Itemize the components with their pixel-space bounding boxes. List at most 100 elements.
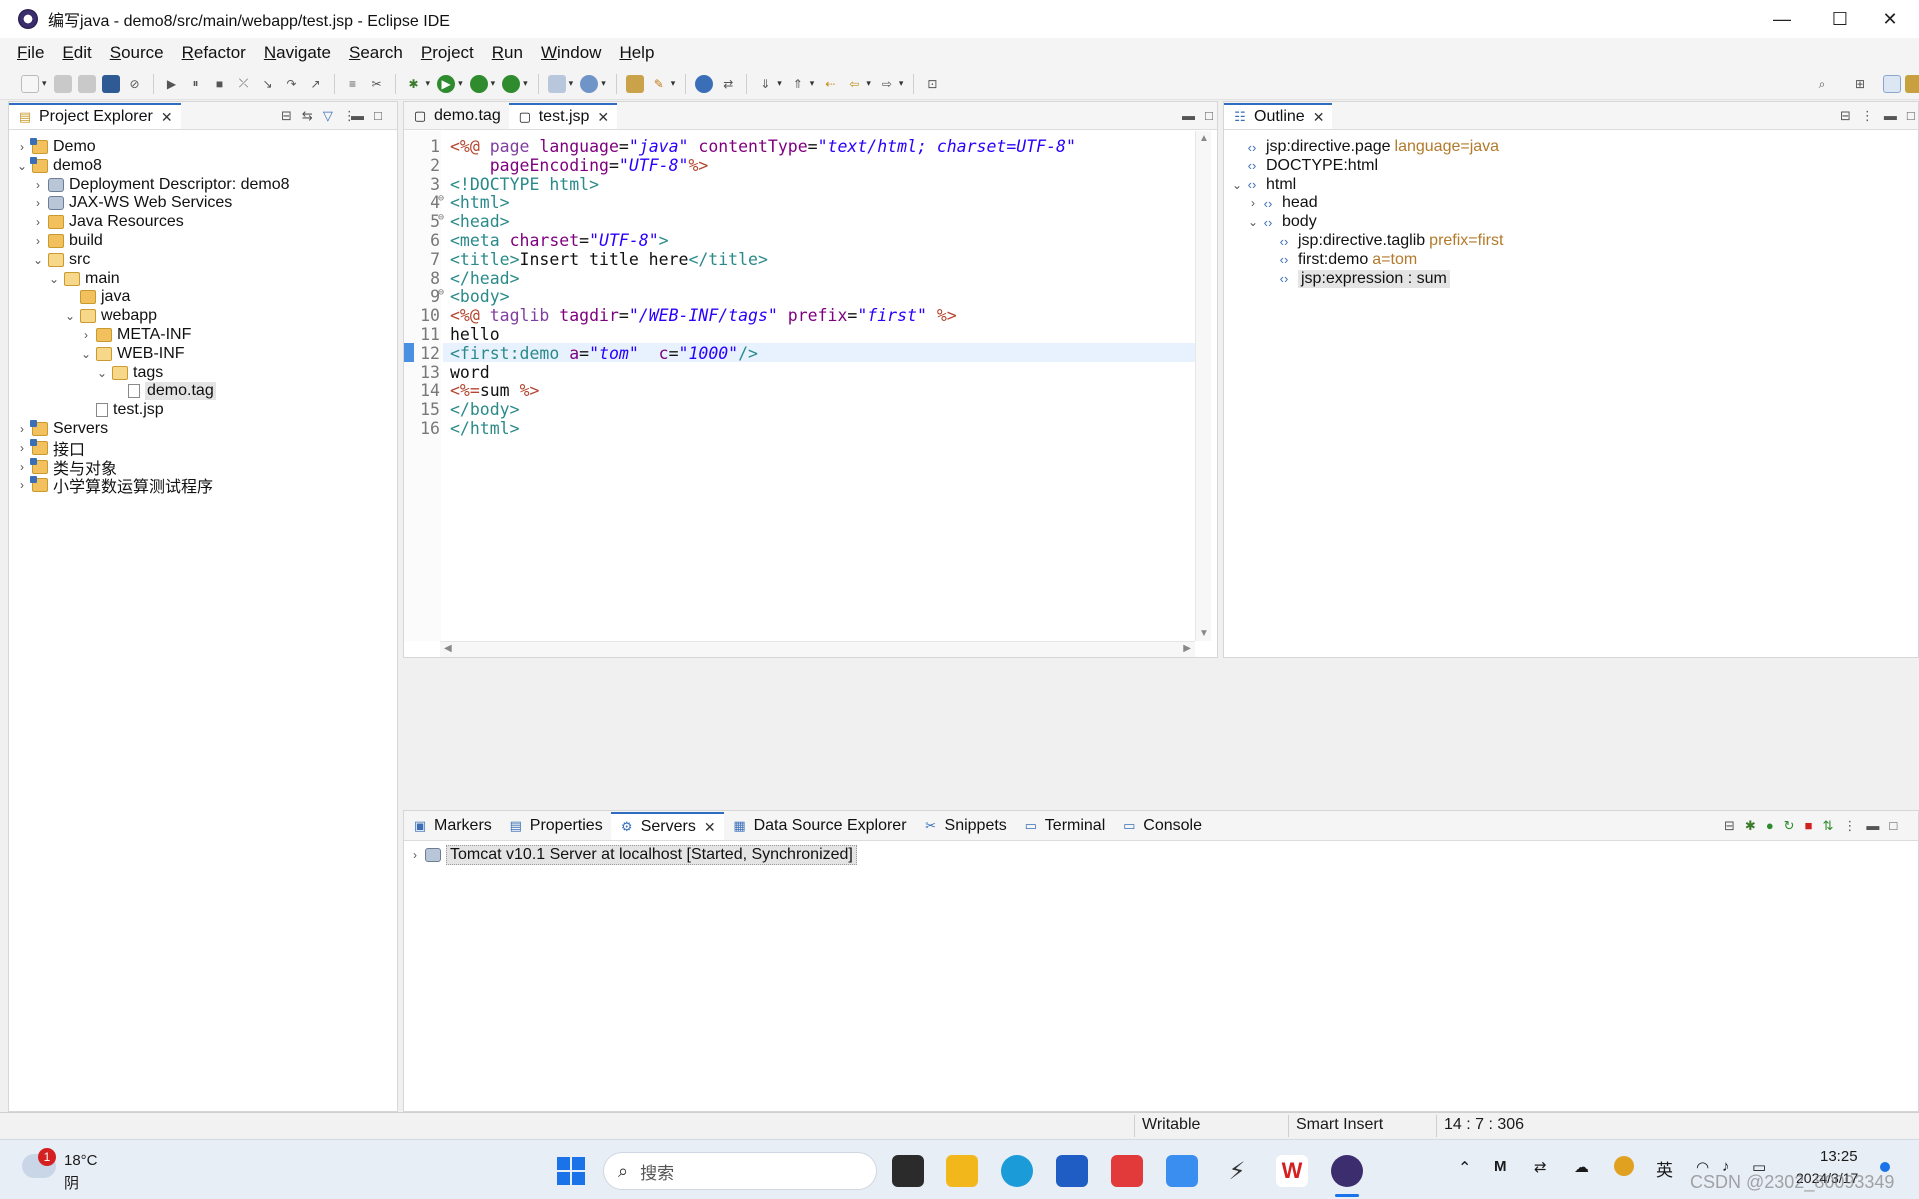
wps-icon[interactable]: W	[1276, 1155, 1308, 1187]
tab-markers[interactable]: ▣ Markers	[404, 812, 500, 840]
open-perspective-icon[interactable]: ⊞	[1851, 75, 1869, 93]
new-server-icon[interactable]	[547, 74, 566, 93]
chevron-right-icon[interactable]: ›	[31, 178, 45, 192]
chevron-right-icon[interactable]: ›	[79, 328, 93, 342]
view-menu-icon[interactable]: ⋮	[1843, 818, 1856, 834]
tray-cloud-icon[interactable]: ☁	[1574, 1158, 1589, 1176]
tab-outline[interactable]: ☷ Outline ✕	[1224, 103, 1333, 129]
tray-expand-icon[interactable]: ⌃	[1458, 1158, 1471, 1178]
menu-refactor[interactable]: Refactor	[182, 43, 246, 63]
code-line[interactable]: 7 <title>Insert title here</title>	[404, 250, 768, 269]
suspend-icon[interactable]: ⏸	[187, 75, 205, 93]
tab-demo-tag[interactable]: ▢ demo.tag	[404, 103, 509, 129]
collapse-all-icon[interactable]: ⊟	[281, 108, 292, 124]
back-icon[interactable]: ⇦	[845, 75, 863, 93]
windows-start-icon[interactable]	[555, 1155, 587, 1187]
pin-editor-icon[interactable]: ⊡	[923, 75, 941, 93]
code-line[interactable]: 16 </html>	[404, 419, 519, 438]
save-icon[interactable]	[53, 74, 72, 93]
eclipse-taskbar-icon[interactable]	[1331, 1155, 1363, 1187]
chevron-down-icon[interactable]: ⌄	[1230, 178, 1244, 192]
prev-annotation-icon[interactable]: ⇑	[789, 75, 807, 93]
view-menu-icon[interactable]: ⋮	[343, 108, 356, 124]
minimize-icon[interactable]: ▬	[1182, 108, 1195, 123]
step-return-icon[interactable]: ↗	[307, 75, 325, 93]
terminate-icon[interactable]: ■	[211, 75, 229, 93]
menu-run[interactable]: Run	[492, 43, 523, 63]
publish-icon[interactable]: ⇄	[719, 75, 737, 93]
scroll-right-icon[interactable]: ▶	[1183, 643, 1191, 654]
browser-icon[interactable]	[695, 74, 714, 93]
code-line[interactable]: 5 ⊖ <head>	[404, 212, 510, 231]
close-icon[interactable]: ✕	[1313, 109, 1325, 126]
tab-terminal[interactable]: ▭ Terminal	[1015, 812, 1113, 840]
tray-qq-icon[interactable]	[1614, 1156, 1634, 1176]
tab-snippets[interactable]: ✂ Snippets	[915, 812, 1015, 840]
skip-breakpoints-icon[interactable]: ⊘	[126, 75, 144, 93]
maximize-icon[interactable]: □	[1889, 818, 1897, 834]
vertical-scrollbar[interactable]: ▲ ▼	[1195, 131, 1211, 641]
chevron-right-icon[interactable]: ›	[408, 848, 422, 862]
close-icon[interactable]: ✕	[161, 109, 173, 126]
menu-help[interactable]: Help	[619, 43, 654, 63]
chevron-right-icon[interactable]: ›	[15, 422, 29, 436]
toolbar-search-icon[interactable]: ⌕	[1813, 75, 1831, 93]
tab-properties[interactable]: ▤ Properties	[500, 812, 611, 840]
minimize-icon[interactable]: ▬	[1884, 108, 1897, 124]
link-editor-icon[interactable]: ⇆	[302, 108, 313, 124]
save-all-icon[interactable]	[77, 74, 96, 93]
chevron-right-icon[interactable]: ›	[1246, 196, 1260, 210]
store-icon[interactable]	[1056, 1155, 1088, 1187]
collapse-icon[interactable]: ⊟	[1724, 818, 1735, 834]
new-icon[interactable]	[21, 74, 39, 93]
perspective-java-icon[interactable]	[1905, 75, 1919, 93]
close-icon[interactable]: ✕	[704, 819, 716, 836]
open-task-icon[interactable]: ≡	[344, 75, 362, 93]
tray-switch-icon[interactable]: ⇄	[1534, 1158, 1547, 1176]
code-line[interactable]: 13 word	[404, 363, 490, 382]
tab-servers[interactable]: ⚙ Servers ✕	[610, 812, 724, 840]
chevron-down-icon[interactable]: ⌄	[15, 159, 29, 173]
notification-icon[interactable]	[1880, 1162, 1890, 1172]
menu-source[interactable]: Source	[110, 43, 164, 63]
menu-navigate[interactable]: Navigate	[264, 43, 331, 63]
server-row[interactable]: › Tomcat v10.1 Server at localhost [Star…	[408, 844, 857, 866]
code-line[interactable]: 9 ⊖ <body>	[404, 287, 510, 306]
bolt-app-icon[interactable]: ⚡	[1221, 1155, 1253, 1187]
forward-icon[interactable]: ⇨	[878, 75, 896, 93]
app-gallery-icon[interactable]	[1111, 1155, 1143, 1187]
tab-test-jsp[interactable]: ▢ test.jsp ✕	[508, 103, 618, 129]
chevron-down-icon[interactable]: ⌄	[95, 366, 109, 380]
start-server-icon[interactable]: ●	[1766, 818, 1774, 834]
code-line[interactable]: 10 <%@ taglib tagdir="/WEB-INF/tags" pref…	[404, 306, 957, 325]
code-line[interactable]: 14 <%=sum %>	[404, 381, 539, 400]
next-annotation-icon[interactable]: ⇓	[756, 75, 774, 93]
chevron-down-icon[interactable]: ⌄	[31, 253, 45, 267]
task-view-icon[interactable]	[892, 1155, 924, 1187]
minimize-button[interactable]: —	[1753, 0, 1811, 38]
cloud-app-icon[interactable]	[1166, 1155, 1198, 1187]
menu-window[interactable]: Window	[541, 43, 601, 63]
tree-item[interactable]: › 小学算数运算测试程序	[15, 474, 213, 496]
code-line[interactable]: 8 </head>	[404, 269, 519, 288]
disconnect-icon[interactable]: ⤫	[235, 75, 253, 93]
chevron-right-icon[interactable]: ›	[15, 441, 29, 455]
chevron-down-icon[interactable]: ⌄	[63, 309, 77, 323]
chevron-down-icon[interactable]: ⌄	[47, 272, 61, 286]
edge-icon[interactable]	[1001, 1155, 1033, 1187]
code-line[interactable]: 1 <%@ page language="java" contentType="t…	[404, 137, 1076, 156]
code-line[interactable]: 12 <first:demo a="tom" c="1000"/>	[404, 344, 758, 363]
external-tools-icon[interactable]	[502, 74, 521, 93]
chevron-right-icon[interactable]: ›	[15, 460, 29, 474]
step-into-icon[interactable]: ↘	[259, 75, 277, 93]
code-line[interactable]: 4 ⊖ <html>	[404, 193, 510, 212]
code-line[interactable]: 11 hello	[404, 325, 500, 344]
tray-app-icon[interactable]: M	[1494, 1158, 1507, 1175]
minimize-icon[interactable]: ▬	[1866, 818, 1879, 834]
chevron-right-icon[interactable]: ›	[31, 196, 45, 210]
menu-project[interactable]: Project	[421, 43, 474, 63]
scroll-down-icon[interactable]: ▼	[1199, 628, 1209, 639]
tab-data-source-explorer[interactable]: ▦ Data Source Explorer	[724, 812, 915, 840]
code-line[interactable]: 3 <!DOCTYPE html>	[404, 175, 599, 194]
debug-server-icon[interactable]: ✱	[1745, 818, 1756, 834]
